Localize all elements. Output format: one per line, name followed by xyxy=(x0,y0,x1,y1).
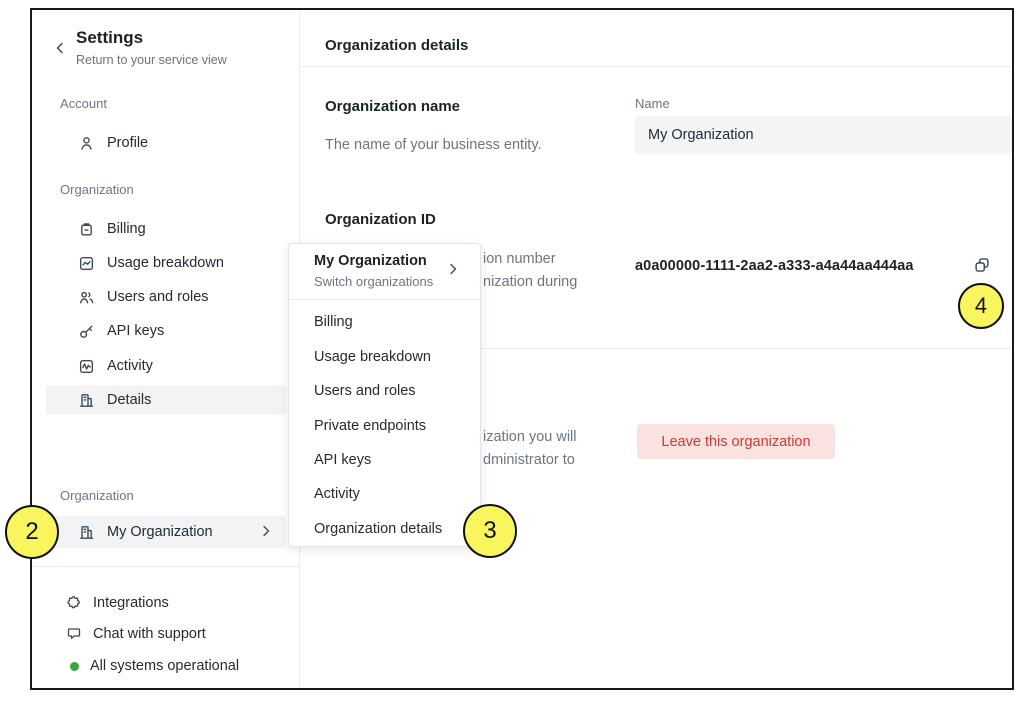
back-chevron-icon[interactable] xyxy=(52,40,68,56)
name-field-label: Name xyxy=(635,96,670,111)
page-title: Organization details xyxy=(325,37,468,54)
sidebar-item-users-and-roles[interactable]: Users and roles xyxy=(46,282,286,312)
chat-icon xyxy=(66,626,82,642)
sidebar-item-label: Profile xyxy=(107,135,148,151)
organization-name-description: The name of your business entity. xyxy=(325,137,542,153)
building-icon xyxy=(78,392,95,409)
status-label: All systems operational xyxy=(90,658,239,674)
organization-name-input[interactable] xyxy=(635,116,1012,154)
sidebar-item-profile[interactable]: Profile xyxy=(46,128,286,158)
leave-description-line2: dministrator to xyxy=(483,452,575,468)
organization-id-value: a0a00000-1111-2aa2-a333-a4a44aa444aa xyxy=(635,258,914,274)
leave-description-line1: ization you will xyxy=(483,429,577,445)
status-dot xyxy=(70,662,79,671)
dropdown-item-users-and-roles[interactable]: Users and roles xyxy=(314,383,416,399)
sidebar-item-label: Activity xyxy=(107,358,153,374)
billing-icon xyxy=(78,221,95,238)
annotation-step-3: 3 xyxy=(463,504,517,558)
sidebar-title: Settings xyxy=(76,28,143,48)
sidebar-item-label: Billing xyxy=(107,221,146,237)
dropdown-item-billing[interactable]: Billing xyxy=(314,314,353,330)
leave-organization-button[interactable]: Leave this organization xyxy=(637,424,835,459)
sidebar-item-usage-breakdown[interactable]: Usage breakdown xyxy=(46,248,286,278)
sidebar-item-label: Usage breakdown xyxy=(107,255,224,271)
usage-chart-icon xyxy=(78,255,95,272)
user-icon xyxy=(78,135,95,152)
sidebar-divider xyxy=(32,566,300,567)
sidebar-subtitle: Return to your service view xyxy=(76,53,227,67)
annotation-step-4: 4 xyxy=(958,283,1004,329)
settings-sidebar: Settings Return to your service view Acc… xyxy=(32,10,300,688)
organization-section-label: Organization xyxy=(60,182,134,197)
organization-dropdown-menu: My Organization Switch organizations Bil… xyxy=(288,243,481,547)
organization-name-title: Organization name xyxy=(325,98,460,115)
organization-id-description-line2: nization during xyxy=(483,274,577,290)
sidebar-item-integrations[interactable]: Integrations xyxy=(46,589,286,617)
sidebar-item-billing[interactable]: Billing xyxy=(46,214,286,244)
organization-id-title: Organization ID xyxy=(325,211,436,228)
building-icon xyxy=(78,524,95,541)
sidebar-item-chat-support[interactable]: Chat with support xyxy=(46,620,286,648)
dropdown-item-organization-details[interactable]: Organization details xyxy=(314,521,442,537)
dropdown-item-api-keys[interactable]: API keys xyxy=(314,452,371,468)
sidebar-item-label: Users and roles xyxy=(107,289,209,305)
dropdown-item-private-endpoints[interactable]: Private endpoints xyxy=(314,418,426,434)
sidebar-item-label: Details xyxy=(107,392,151,408)
sidebar-item-details[interactable]: Details xyxy=(46,385,286,415)
dropdown-title[interactable]: My Organization xyxy=(314,253,427,269)
header-divider xyxy=(300,66,1012,67)
sidebar-item-my-organization[interactable]: My Organization xyxy=(46,516,286,548)
puzzle-icon xyxy=(66,595,82,611)
dropdown-divider xyxy=(289,299,480,300)
activity-icon xyxy=(78,358,95,375)
system-status-row[interactable]: All systems operational xyxy=(46,652,286,680)
footer-item-label: Chat with support xyxy=(93,626,206,642)
app-window: Settings Return to your service view Acc… xyxy=(30,8,1014,690)
dropdown-item-usage-breakdown[interactable]: Usage breakdown xyxy=(314,349,431,365)
annotation-step-2: 2 xyxy=(5,505,59,559)
organization-switcher-label: Organization xyxy=(60,488,134,503)
chevron-right-icon xyxy=(258,523,274,539)
sidebar-item-activity[interactable]: Activity xyxy=(46,351,286,381)
key-icon xyxy=(78,323,95,340)
footer-item-label: Integrations xyxy=(93,595,169,611)
organization-id-description-line1: ion number xyxy=(483,251,556,267)
users-icon xyxy=(78,289,95,306)
sidebar-item-label: My Organization xyxy=(107,524,213,540)
chevron-right-icon xyxy=(445,261,461,277)
dropdown-subtitle: Switch organizations xyxy=(314,274,433,289)
copy-icon[interactable] xyxy=(973,256,991,274)
sidebar-item-api-keys[interactable]: API keys xyxy=(46,316,286,346)
account-section-label: Account xyxy=(60,96,107,111)
dropdown-item-activity[interactable]: Activity xyxy=(314,486,360,502)
sidebar-item-label: API keys xyxy=(107,323,164,339)
